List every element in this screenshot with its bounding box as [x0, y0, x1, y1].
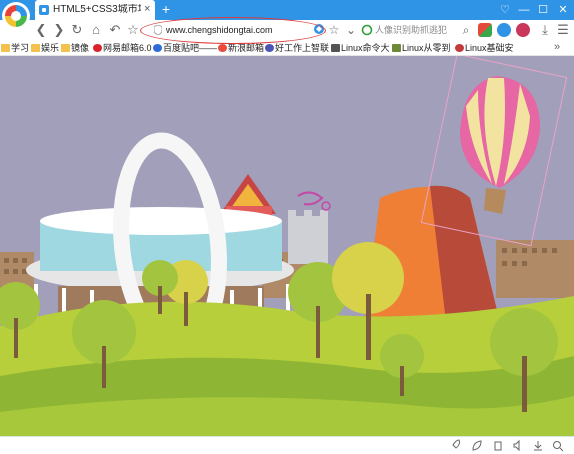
skin-icon[interactable]: ♡: [496, 0, 514, 20]
forward-button[interactable]: ❯: [51, 21, 67, 39]
speed-mode-icon[interactable]: [313, 22, 325, 40]
tux-icon: [455, 44, 464, 52]
city-scene: [0, 56, 574, 436]
bookmark-item-6[interactable]: 好工作上智联: [265, 42, 329, 55]
linux-book-icon: [392, 44, 401, 52]
minimize-button[interactable]: —: [515, 0, 533, 20]
bookmark-label: 学习: [11, 43, 30, 53]
tab-favicon-icon: [39, 5, 49, 15]
favorite-button[interactable]: ☆: [125, 21, 141, 39]
linux-icon: [331, 44, 340, 52]
bookmark-label: Linux基础安: [465, 43, 514, 53]
page-content: [0, 56, 574, 436]
bookmark-item-4[interactable]: 百度贴吧——: [153, 42, 217, 55]
netease-mail-icon: [93, 44, 102, 52]
bookmark-label: 网易邮箱6.0: [103, 43, 152, 53]
bookmarks-more-icon[interactable]: »: [554, 41, 566, 54]
tab-close-icon[interactable]: ×: [144, 3, 154, 16]
tab-title: HTML5+CSS3城市场景: [53, 4, 141, 15]
bookmark-label: 娱乐: [41, 43, 60, 53]
extension-s-icon[interactable]: [497, 23, 511, 37]
address-dropdown-icon[interactable]: ⌄: [343, 21, 359, 39]
rocket-icon[interactable]: [450, 439, 462, 452]
castle-tower: [288, 191, 331, 264]
bookmark-label: 百度贴吧——: [163, 43, 218, 53]
folder-icon: [61, 44, 70, 52]
maximize-button[interactable]: ☐: [534, 0, 552, 20]
navigation-bar: ❮ ❯ ↻ ⌂ ↶ ☆ www.chengshidongtai.com ☆ ⌄ …: [0, 20, 574, 40]
download-icon[interactable]: [532, 439, 544, 452]
bookmark-item-7[interactable]: Linux命令大: [331, 42, 390, 55]
bookmark-item-3[interactable]: 网易邮箱6.0: [93, 42, 152, 55]
sina-mail-icon: [218, 44, 227, 52]
security-shield-icon: [153, 24, 163, 36]
browser-logo-icon[interactable]: [2, 2, 30, 30]
clean-icon[interactable]: [492, 439, 504, 452]
zoom-icon[interactable]: [552, 439, 564, 452]
bookmark-label: Linux命令大: [341, 43, 390, 53]
bookmark-star-icon[interactable]: ☆: [326, 21, 342, 39]
bookmark-item-0[interactable]: 学习: [1, 42, 29, 55]
bookmark-label: 镜像: [71, 43, 90, 53]
folder-icon: [31, 44, 40, 52]
status-bar: [0, 436, 574, 454]
menu-icon[interactable]: ☰: [555, 21, 571, 39]
tab-active[interactable]: HTML5+CSS3城市场景 ×: [35, 0, 155, 20]
search-engine-icon: [361, 23, 373, 37]
extension-mail-icon[interactable]: [516, 23, 530, 37]
zhaopin-icon: [265, 44, 274, 52]
bookmark-label: 新浪邮箱: [228, 43, 265, 53]
sound-icon[interactable]: [512, 439, 524, 452]
bookmark-item-2[interactable]: 镜像: [61, 42, 89, 55]
leaf-icon[interactable]: [471, 439, 483, 452]
back-button[interactable]: ❮: [33, 21, 49, 39]
folder-icon: [1, 44, 10, 52]
search-icon[interactable]: ⌕: [458, 21, 474, 39]
undo-close-button[interactable]: ↶: [107, 21, 123, 39]
reload-button[interactable]: ↻: [69, 21, 85, 39]
tab-strip: HTML5+CSS3城市场景 × + ♡ — ☐ ✕: [0, 0, 574, 30]
search-placeholder[interactable]: 人像识别助抓逃犯: [375, 24, 447, 36]
download-icon[interactable]: ⤓: [537, 21, 553, 39]
bookmark-label: 好工作上智联: [275, 43, 330, 53]
close-window-button[interactable]: ✕: [554, 0, 572, 20]
bookmark-label: Linux从零到: [402, 43, 451, 53]
bookmark-item-5[interactable]: 新浪邮箱: [218, 42, 264, 55]
app-grid-icon[interactable]: [478, 23, 492, 37]
new-tab-button[interactable]: +: [159, 0, 173, 20]
bookmark-item-9[interactable]: Linux基础安: [455, 42, 514, 55]
browser-window: HTML5+CSS3城市场景 × + ♡ — ☐ ✕ ❮ ❯ ↻ ⌂ ↶ ☆ w…: [0, 0, 574, 454]
search-box[interactable]: 人像识别助抓逃犯: [361, 23, 471, 37]
bookmark-item-8[interactable]: Linux从零到: [392, 42, 451, 55]
bookmark-bar: 学习 娱乐 镜像 网易邮箱6.0 百度贴吧—— 新浪邮箱 好工作上智联 Linu…: [0, 40, 574, 56]
home-button[interactable]: ⌂: [88, 21, 104, 39]
address-url[interactable]: www.chengshidongtai.com: [166, 24, 273, 36]
bookmark-item-1[interactable]: 娱乐: [31, 42, 59, 55]
baidu-tieba-icon: [153, 44, 162, 52]
